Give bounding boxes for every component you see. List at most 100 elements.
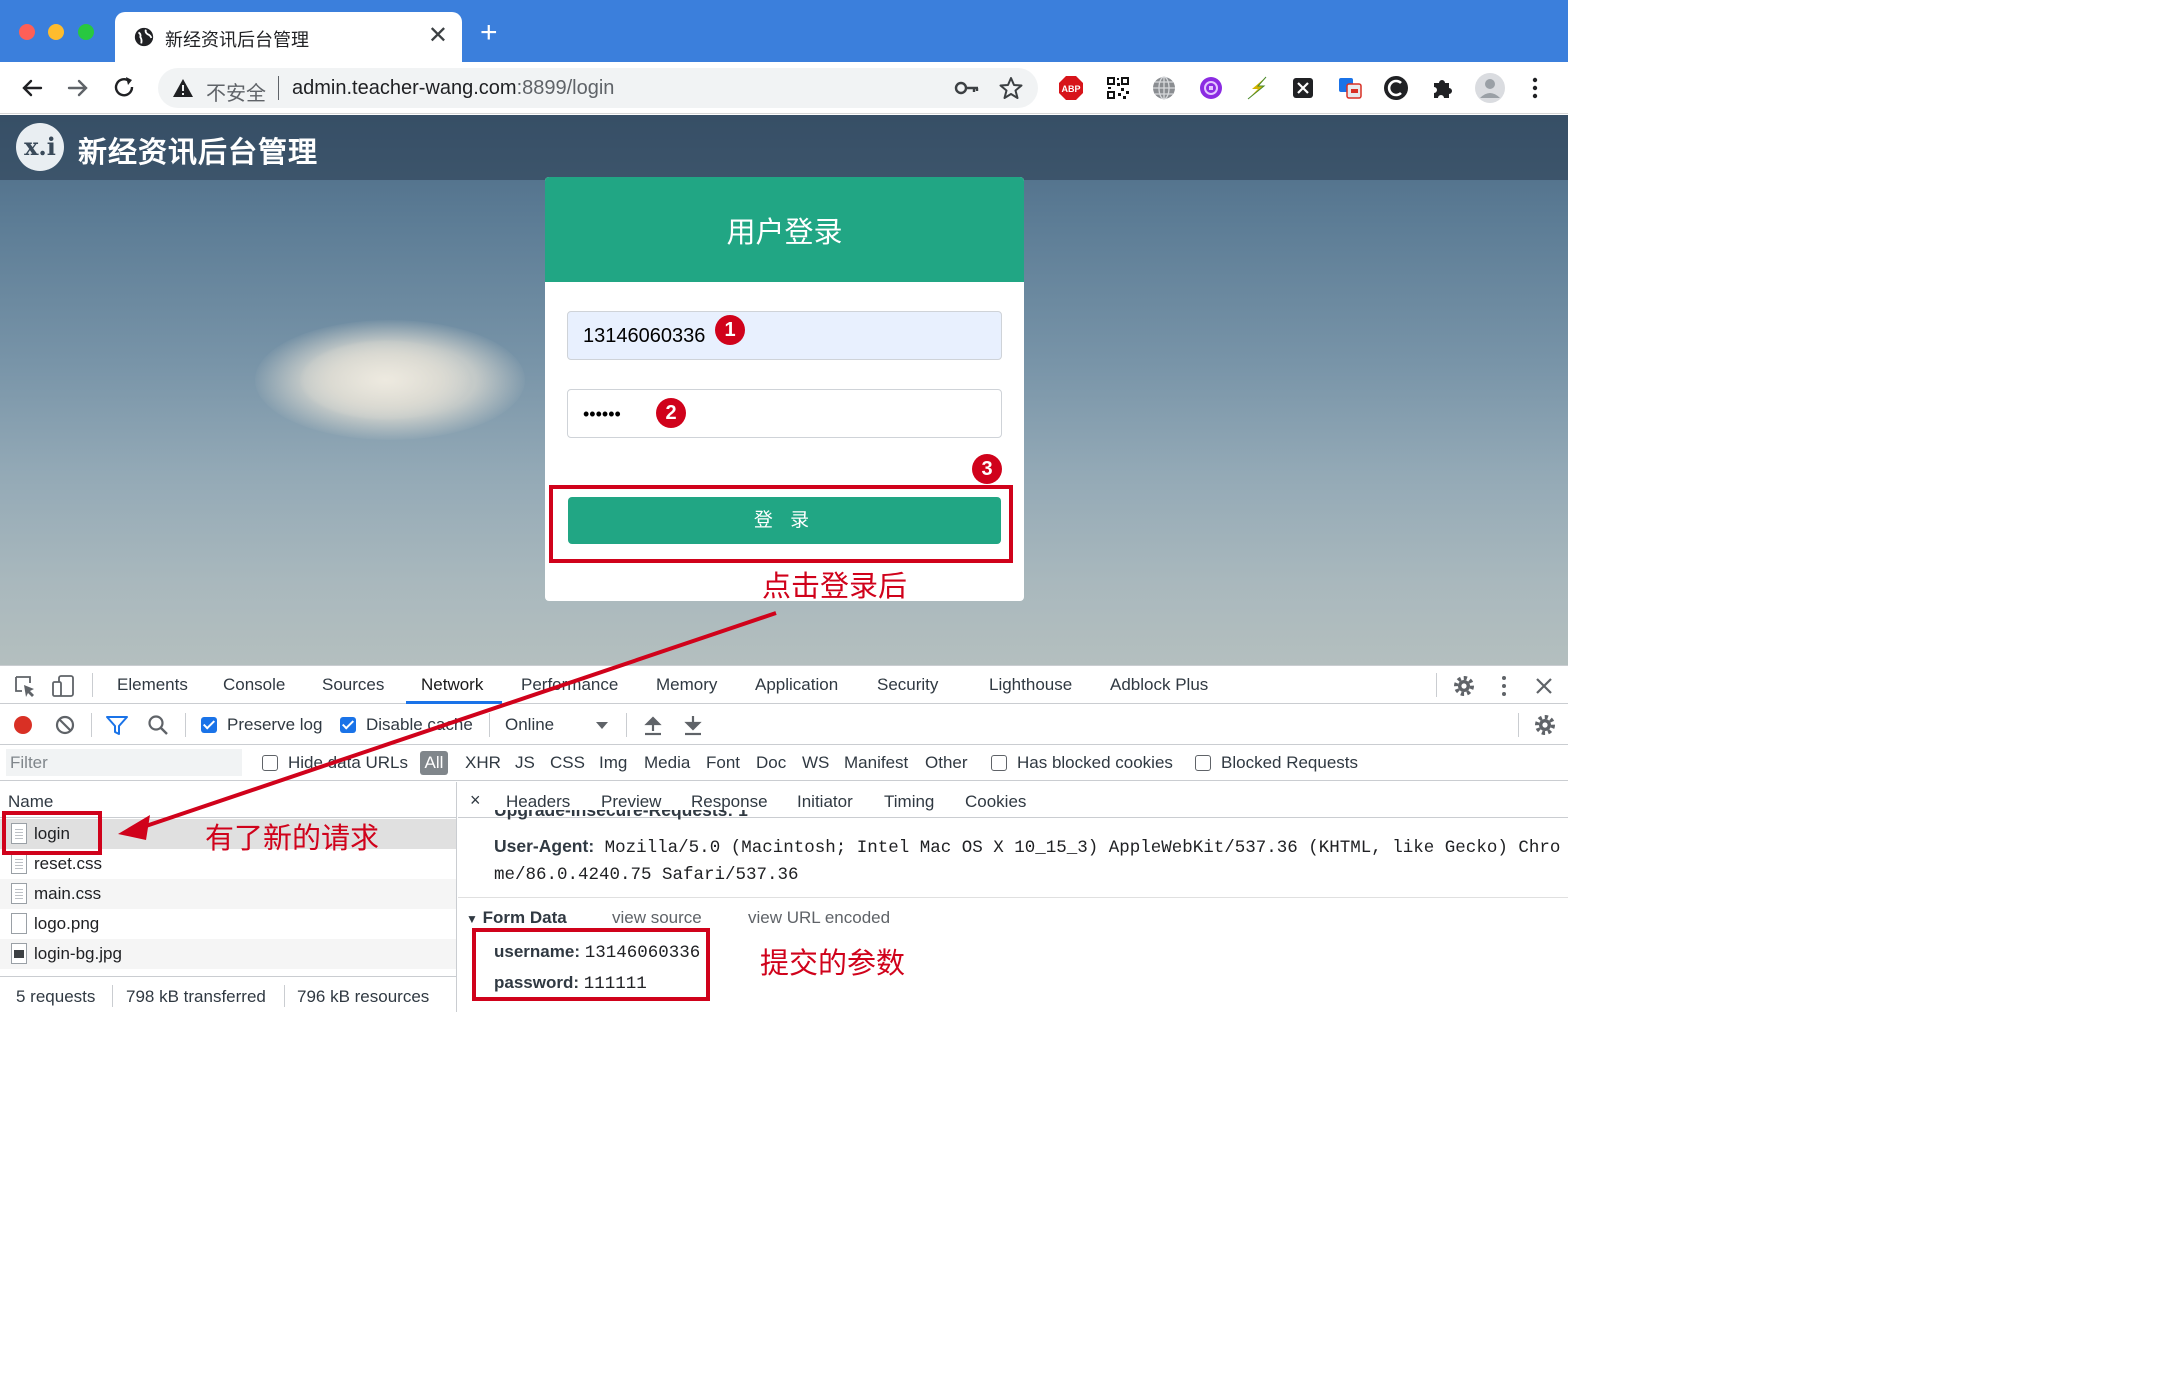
detail-tab-headers[interactable]: Headers: [506, 792, 570, 812]
network-summary-bar: 5 requests 798 kB transferred 796 kB res…: [0, 976, 456, 1012]
inspect-element-icon[interactable]: [12, 673, 38, 699]
devtools-tab-performance[interactable]: Performance: [521, 675, 618, 695]
tab-close-icon[interactable]: ✕: [428, 22, 448, 50]
hide-data-urls-label[interactable]: Hide data URLs: [288, 753, 408, 773]
user-agent-line-cont: me/86.0.4240.75 Safari/537.36: [494, 865, 799, 885]
view-source-link[interactable]: view source: [612, 908, 702, 928]
filter-input[interactable]: [6, 749, 242, 776]
name-column-header[interactable]: Name: [8, 792, 53, 812]
type-filter-other[interactable]: Other: [925, 753, 968, 773]
preserve-log-checkbox[interactable]: [201, 717, 217, 733]
blocked-requests-checkbox[interactable]: [1195, 755, 1211, 771]
form-data-section-header[interactable]: ▼ Form Data: [466, 908, 567, 928]
device-toolbar-icon[interactable]: [50, 673, 76, 699]
annotation-new-request: 有了新的请求: [205, 823, 380, 855]
site-header: x.i 新经资讯后台管理: [0, 115, 1568, 180]
devtools-tab-application[interactable]: Application: [755, 675, 838, 695]
detail-tab-initiator[interactable]: Initiator: [797, 792, 853, 812]
type-filter-all[interactable]: All: [420, 751, 448, 775]
record-icon[interactable]: [10, 712, 36, 738]
globe-extension-icon[interactable]: [1151, 75, 1177, 101]
type-filter-ws[interactable]: WS: [802, 753, 829, 773]
background-cloud: [300, 340, 470, 420]
type-filter-css[interactable]: CSS: [550, 753, 585, 773]
more-options-icon[interactable]: [1491, 673, 1517, 699]
bookmark-star-icon[interactable]: [998, 76, 1024, 100]
type-filter-media[interactable]: Media: [644, 753, 690, 773]
devtools-divider: [1436, 673, 1437, 697]
hide-data-urls-checkbox[interactable]: [262, 755, 278, 771]
summary-transferred: 798 kB transferred: [126, 987, 266, 1006]
lightning-extension-icon[interactable]: [1244, 75, 1270, 101]
username-field[interactable]: 13146060336: [567, 311, 1002, 360]
site-logo-text: x.i: [24, 132, 56, 161]
disable-cache-label[interactable]: Disable cache: [366, 715, 473, 735]
profile-avatar-icon[interactable]: [1474, 72, 1506, 104]
blocked-requests-label[interactable]: Blocked Requests: [1221, 753, 1358, 773]
back-arrow-icon[interactable]: [16, 72, 48, 104]
new-tab-button[interactable]: +: [480, 18, 498, 48]
x-extension-icon[interactable]: [1290, 75, 1316, 101]
qr-code-icon[interactable]: [1105, 75, 1131, 101]
type-filter-manifest[interactable]: Manifest: [844, 753, 908, 773]
chrome-menu-icon[interactable]: [1522, 75, 1548, 101]
type-filter-xhr[interactable]: XHR: [465, 753, 501, 773]
security-label[interactable]: 不安全: [206, 77, 266, 106]
zoom-window-button[interactable]: [78, 24, 94, 40]
request-row-logo-png[interactable]: logo.png: [0, 909, 456, 939]
has-blocked-cookies-checkbox[interactable]: [991, 755, 1007, 771]
purple-extension-icon[interactable]: [1198, 75, 1224, 101]
preserve-log-label[interactable]: Preserve log: [227, 715, 322, 735]
request-row-main-css[interactable]: main.css: [0, 879, 456, 909]
devtools-tab-sources[interactable]: Sources: [322, 675, 384, 695]
warning-icon[interactable]: [172, 78, 194, 98]
password-value: ••••••: [583, 404, 621, 424]
devtools-tab-lighthouse[interactable]: Lighthouse: [989, 675, 1072, 695]
forward-arrow-icon[interactable]: [62, 72, 94, 104]
detail-tab-cookies[interactable]: Cookies: [965, 792, 1026, 812]
password-field[interactable]: ••••••: [567, 389, 1002, 438]
search-icon[interactable]: [145, 712, 171, 738]
request-name: login-bg.jpg: [34, 944, 122, 963]
detail-tab-timing[interactable]: Timing: [884, 792, 934, 812]
detail-tab-response[interactable]: Response: [691, 792, 768, 812]
adblock-plus-icon[interactable]: ABP: [1058, 75, 1084, 101]
filter-icon[interactable]: [104, 712, 130, 738]
disable-cache-checkbox[interactable]: [340, 717, 356, 733]
clear-icon[interactable]: [52, 712, 78, 738]
detail-tab-preview[interactable]: Preview: [601, 792, 661, 812]
has-blocked-cookies-label[interactable]: Has blocked cookies: [1017, 753, 1173, 773]
url-text[interactable]: admin.teacher-wang.com:8899/login: [292, 77, 614, 100]
c-extension-icon[interactable]: [1383, 75, 1409, 101]
devtools-tab-network[interactable]: Network: [421, 675, 483, 695]
devtools-tab-memory[interactable]: Memory: [656, 675, 717, 695]
close-devtools-icon[interactable]: [1531, 673, 1557, 699]
key-icon[interactable]: [954, 76, 980, 100]
type-filter-doc[interactable]: Doc: [756, 753, 786, 773]
reload-icon[interactable]: [108, 72, 140, 104]
view-url-encoded-link[interactable]: view URL encoded: [748, 908, 890, 928]
translate-extension-icon[interactable]: [1337, 75, 1363, 101]
type-filter-font[interactable]: Font: [706, 753, 740, 773]
close-detail-icon[interactable]: ×: [470, 790, 481, 811]
export-har-icon[interactable]: [680, 712, 706, 738]
puzzle-extensions-icon[interactable]: [1430, 75, 1456, 101]
type-filter-js[interactable]: JS: [515, 753, 535, 773]
request-row-login-bg-jpg[interactable]: login-bg.jpg: [0, 939, 456, 969]
chevron-down-icon[interactable]: [592, 712, 612, 738]
devtools-tab-elements[interactable]: Elements: [117, 675, 188, 695]
image-file-icon: [11, 913, 27, 934]
network-settings-icon[interactable]: [1532, 712, 1558, 738]
minimize-window-button[interactable]: [48, 24, 64, 40]
settings-gear-icon[interactable]: [1451, 673, 1477, 699]
devtools-tab-adblock-plus[interactable]: Adblock Plus: [1110, 675, 1208, 695]
import-har-icon[interactable]: [640, 712, 666, 738]
type-filter-img[interactable]: Img: [599, 753, 627, 773]
browser-tab[interactable]: 新经资讯后台管理 ✕: [115, 12, 462, 62]
devtools-tab-security[interactable]: Security: [877, 675, 938, 695]
close-window-button[interactable]: [19, 24, 35, 40]
devtools-tab-console[interactable]: Console: [223, 675, 285, 695]
address-bar[interactable]: 不安全 admin.teacher-wang.com:8899/login: [158, 68, 1038, 108]
throttling-select[interactable]: Online: [505, 715, 554, 735]
toolbar-divider: [185, 713, 186, 737]
